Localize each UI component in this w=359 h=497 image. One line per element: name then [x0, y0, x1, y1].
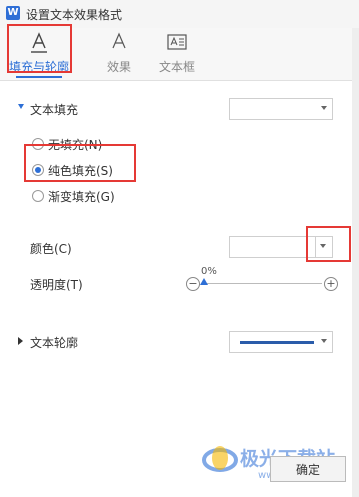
- watermark-logo-icon: [202, 446, 238, 472]
- app-icon: W: [6, 6, 20, 20]
- annotation-box-solid-fill: [24, 144, 136, 182]
- dropdown-arrow-icon: [321, 339, 327, 343]
- expand-arrow-icon[interactable]: [18, 337, 23, 345]
- transparency-value: 0%: [201, 266, 217, 277]
- increase-button[interactable]: +: [324, 277, 338, 291]
- transparency-slider-thumb[interactable]: [200, 278, 208, 285]
- gradient-fill-label[interactable]: 渐变填充(G): [48, 188, 115, 205]
- tab-label: 效果: [106, 60, 131, 74]
- tab-label: 文本框: [158, 60, 195, 74]
- text-box-icon: [167, 34, 187, 50]
- fill-section-header[interactable]: 文本填充: [30, 101, 78, 118]
- gradient-fill-radio[interactable]: [32, 190, 44, 202]
- dropdown-arrow-icon: [321, 106, 327, 110]
- text-effect-icon: [112, 32, 126, 49]
- color-label: 颜色(C): [30, 242, 72, 256]
- active-tab-indicator: [16, 76, 62, 78]
- dialog-title: 设置文本效果格式: [26, 8, 123, 22]
- tab-text-box[interactable]: 文本框: [146, 30, 208, 78]
- right-edge: [352, 28, 359, 497]
- decrease-button[interactable]: −: [186, 277, 200, 291]
- outline-line-preview: [240, 341, 314, 344]
- tab-effects[interactable]: 效果: [88, 30, 150, 78]
- outline-line-select[interactable]: [229, 331, 333, 353]
- annotation-box-color-dropdown: [306, 226, 351, 262]
- collapse-arrow-icon[interactable]: [18, 104, 24, 109]
- annotation-box-tab: [7, 24, 72, 73]
- ok-button[interactable]: 确定: [270, 456, 346, 482]
- transparency-slider-track[interactable]: [204, 283, 322, 284]
- transparency-label: 透明度(T): [30, 278, 83, 292]
- fill-type-select[interactable]: [229, 98, 333, 120]
- outline-section-header[interactable]: 文本轮廓: [30, 334, 78, 351]
